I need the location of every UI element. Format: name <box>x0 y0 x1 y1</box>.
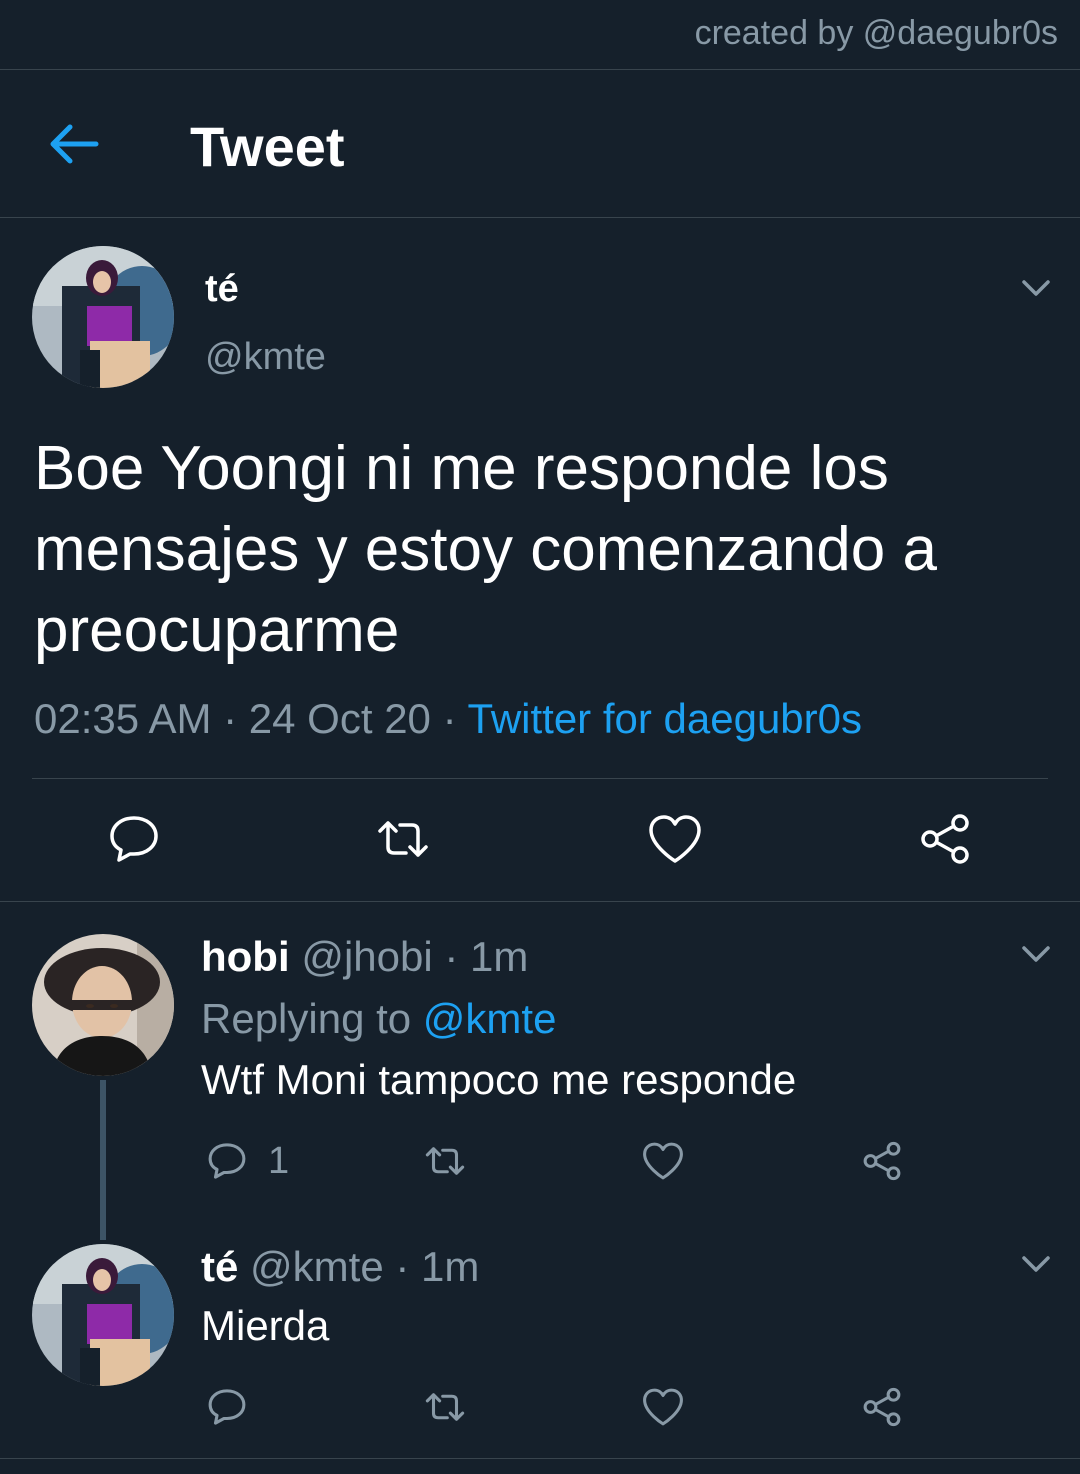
author-handle: @kmte <box>205 336 326 378</box>
reply-author-name: hobi <box>201 933 290 980</box>
avatar-photo <box>32 1244 174 1386</box>
tweet-text: Boe Yoongi ni me responde los mensajes y… <box>34 434 937 665</box>
like-icon <box>649 815 701 863</box>
divider <box>32 778 1048 779</box>
reply-text: Wtf Moni tampoco me responde <box>201 1056 797 1103</box>
reply-icon <box>208 1143 246 1179</box>
share-button[interactable] <box>859 1384 905 1430</box>
reply-age: 1m <box>470 933 529 980</box>
reply-button[interactable] <box>204 1384 250 1430</box>
share-button[interactable] <box>915 809 975 869</box>
tweet-meta: 02:35 AM · 24 Oct 20 · Twitter for daegu… <box>34 695 862 743</box>
chevron-down-icon <box>1022 1256 1050 1272</box>
tweet-menu-button[interactable] <box>1014 266 1058 310</box>
page-title: Tweet <box>190 115 345 178</box>
tweet-date: 24 Oct 20 <box>248 695 431 742</box>
header: Tweet <box>0 70 1080 217</box>
retweet-button[interactable] <box>422 1138 468 1184</box>
back-button[interactable] <box>44 116 104 172</box>
meta-separator: · <box>223 695 249 742</box>
avatar[interactable] <box>32 1244 174 1386</box>
retweet-button[interactable] <box>422 1384 468 1430</box>
tweet-source-link[interactable]: Twitter for daegubr0s <box>467 695 862 742</box>
retweet-icon <box>425 1147 465 1175</box>
retweet-button[interactable] <box>373 809 433 869</box>
reply-author-handle: @jhobi <box>301 933 433 980</box>
watermark: created by @daegubr0s <box>694 14 1058 52</box>
like-icon <box>643 1142 683 1180</box>
avatar[interactable] <box>32 934 174 1076</box>
chevron-down-icon <box>1022 946 1050 962</box>
reply-author-name: té <box>201 1243 239 1290</box>
reply-text: Mierda <box>201 1302 330 1349</box>
divider <box>0 901 1080 902</box>
like-button[interactable] <box>640 1138 686 1184</box>
avatar-photo <box>32 934 174 1076</box>
replying-to: Replying to @kmte <box>201 995 556 1043</box>
tweet-menu-button[interactable] <box>1014 1242 1058 1286</box>
reply-age: 1m <box>421 1243 480 1290</box>
replying-to-link[interactable]: @kmte <box>423 995 557 1042</box>
tweet-time: 02:35 AM <box>34 695 212 742</box>
author-name: té <box>205 268 239 310</box>
reply-count: 1 <box>268 1140 290 1182</box>
reply-icon <box>110 816 158 862</box>
reply-button[interactable] <box>104 809 164 869</box>
meta-separator: · <box>442 695 468 742</box>
retweet-icon <box>425 1393 465 1421</box>
avatar[interactable] <box>32 246 174 388</box>
meta-separator: · <box>395 1243 410 1290</box>
tweet-detail-screen: created by @daegubr0s Tweet té @kmte Boe… <box>0 0 1080 1474</box>
arrow-left-icon <box>50 124 99 164</box>
reply-button[interactable] <box>204 1138 250 1184</box>
share-icon <box>863 1387 901 1427</box>
meta-separator: · <box>444 933 459 980</box>
reply-icon <box>208 1389 246 1425</box>
like-button[interactable] <box>645 809 705 869</box>
divider <box>0 217 1080 218</box>
reply-author-handle: @kmte <box>250 1243 384 1290</box>
like-button[interactable] <box>640 1384 686 1430</box>
share-button[interactable] <box>859 1138 905 1184</box>
avatar-photo <box>32 246 174 388</box>
reply-header: hobi @jhobi · 1m <box>201 933 528 981</box>
share-icon <box>921 814 969 864</box>
share-icon <box>863 1141 901 1181</box>
thread-connector <box>100 1080 106 1240</box>
reply-header: té @kmte · 1m <box>201 1243 479 1291</box>
divider <box>0 1458 1080 1459</box>
like-icon <box>643 1388 683 1426</box>
chevron-down-icon <box>1022 280 1050 296</box>
tweet-menu-button[interactable] <box>1014 932 1058 976</box>
replying-to-label: Replying to <box>201 995 412 1042</box>
retweet-icon <box>378 821 428 857</box>
